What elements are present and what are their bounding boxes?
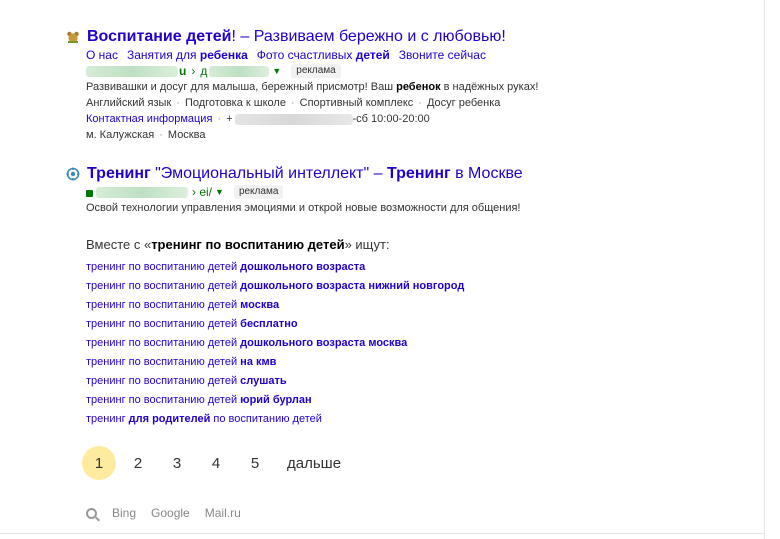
lock-icon [86, 189, 93, 197]
result-1-title-link[interactable]: Воспитание детей! – Развиваем бережно и … [87, 27, 506, 47]
result-2-title-link[interactable]: Тренинг "Эмоциональный интеллект" – Трен… [87, 164, 523, 184]
teddy-bear-favicon-icon [66, 30, 80, 44]
url-separator: › [191, 64, 196, 78]
related-search-link[interactable]: тренинг по воспитанию детей бесплатно [86, 315, 464, 334]
url-fragment: u [179, 64, 187, 78]
sitelink-1[interactable]: О нас [86, 48, 118, 62]
contact-info-link[interactable]: Контактная информация [86, 111, 212, 127]
quick-link-4[interactable]: Досуг ребенка [427, 97, 500, 109]
engine-mailru-link[interactable]: Mail.ru [205, 506, 241, 520]
result-1-address: м. Калужская · Москва [86, 129, 206, 141]
blurred-domain [96, 186, 188, 198]
brain-favicon-icon [66, 167, 80, 181]
blurred-phone [234, 113, 353, 125]
next-page-button[interactable]: дальше [287, 455, 341, 472]
related-search-link[interactable]: тренинг по воспитанию детей слушать [86, 372, 464, 391]
bottom-border [0, 533, 765, 534]
page-5-button[interactable]: 5 [238, 446, 272, 480]
result-2-title-row[interactable]: Тренинг "Эмоциональный интеллект" – Трен… [66, 164, 756, 184]
page-1-button[interactable]: 1 [82, 446, 116, 480]
result-1-quick-links: Английский язык · Подготовка к школе · Спорт… [86, 95, 756, 111]
result-1-sitelinks: О нас Занятия для ребенка Фото счастливых … [86, 47, 756, 63]
engine-google-link[interactable]: Google [151, 506, 190, 520]
search-icon [86, 507, 97, 519]
related-search-link[interactable]: тренинг по воспитанию детей дошкольного … [86, 277, 464, 296]
url-path: д [200, 64, 208, 78]
ad-badge: реклама [233, 185, 284, 199]
related-search-link[interactable]: тренинг по воспитанию детей москва [86, 296, 464, 315]
blurred-domain [86, 65, 178, 77]
page-4-button[interactable]: 4 [199, 446, 233, 480]
quick-link-1[interactable]: Английский язык [86, 97, 171, 109]
phone-prefix: + [226, 113, 233, 125]
separator-dot: · [176, 97, 180, 109]
url-path: › ei/ [192, 185, 213, 199]
url-dropdown-icon[interactable]: ▼ [272, 63, 281, 79]
blurred-path [209, 65, 270, 77]
sitelink-3[interactable]: Фото счастливых детей [257, 48, 390, 62]
related-searches-heading: Вместе с «тренинг по воспитанию детей» и… [86, 237, 390, 252]
quick-link-2[interactable]: Подготовка к школе [185, 97, 286, 109]
other-search-engines: Bing Google Mail.ru [86, 506, 256, 520]
related-search-link[interactable]: тренинг по воспитанию детей дошкольного … [86, 258, 464, 277]
ad-badge: реклама [291, 64, 341, 78]
result-2-url[interactable]: › ei/ ▼ реклама [86, 184, 756, 200]
result-1-url[interactable]: u › д ▼ реклама [86, 63, 756, 79]
separator-dot: · [418, 97, 422, 109]
related-search-link[interactable]: тренинг по воспитанию детей юрий бурлан [86, 391, 464, 410]
related-search-link[interactable]: тренинг по воспитанию детей дошкольного … [86, 334, 464, 353]
result-2-snippet: Освой технологии управления эмоциями и о… [86, 202, 521, 214]
result-1-title-row[interactable]: Воспитание детей! – Развиваем бережно и … [66, 27, 756, 47]
engine-bing-link[interactable]: Bing [112, 506, 136, 520]
page-3-button[interactable]: 3 [160, 446, 194, 480]
related-search-link[interactable]: тренинг для родителей по воспитанию дете… [86, 410, 464, 429]
page-2-button[interactable]: 2 [121, 446, 155, 480]
working-hours: -сб 10:00-20:00 [352, 113, 430, 125]
result-1-snippet: Развивашки и досуг для малыша, бережный … [86, 81, 539, 93]
city: Москва [167, 129, 206, 141]
metro-station: м. Калужская [86, 129, 155, 141]
quick-link-3[interactable]: Спортивный комплекс [300, 97, 414, 109]
related-searches-list: тренинг по воспитанию детей дошкольного … [86, 258, 464, 429]
related-search-link[interactable]: тренинг по воспитанию детей на кмв [86, 353, 464, 372]
pagination: 1 2 3 4 5 дальше [82, 446, 341, 480]
separator-dot: · [290, 97, 295, 109]
url-dropdown-icon[interactable]: ▼ [215, 184, 224, 200]
result-1-contacts: Контактная информация · + -сб 10:00-20:0… [86, 111, 430, 127]
sitelink-2[interactable]: Занятия для ребенка [127, 48, 248, 62]
related-searches: Вместе с «тренинг по воспитанию детей» и… [86, 236, 464, 429]
sitelink-4[interactable]: Звоните сейчас [399, 48, 486, 62]
search-result-1: Воспитание детей! – Развиваем бережно и … [66, 27, 756, 143]
search-result-2: Тренинг "Эмоциональный интеллект" – Трен… [66, 164, 756, 216]
right-border [764, 0, 765, 539]
